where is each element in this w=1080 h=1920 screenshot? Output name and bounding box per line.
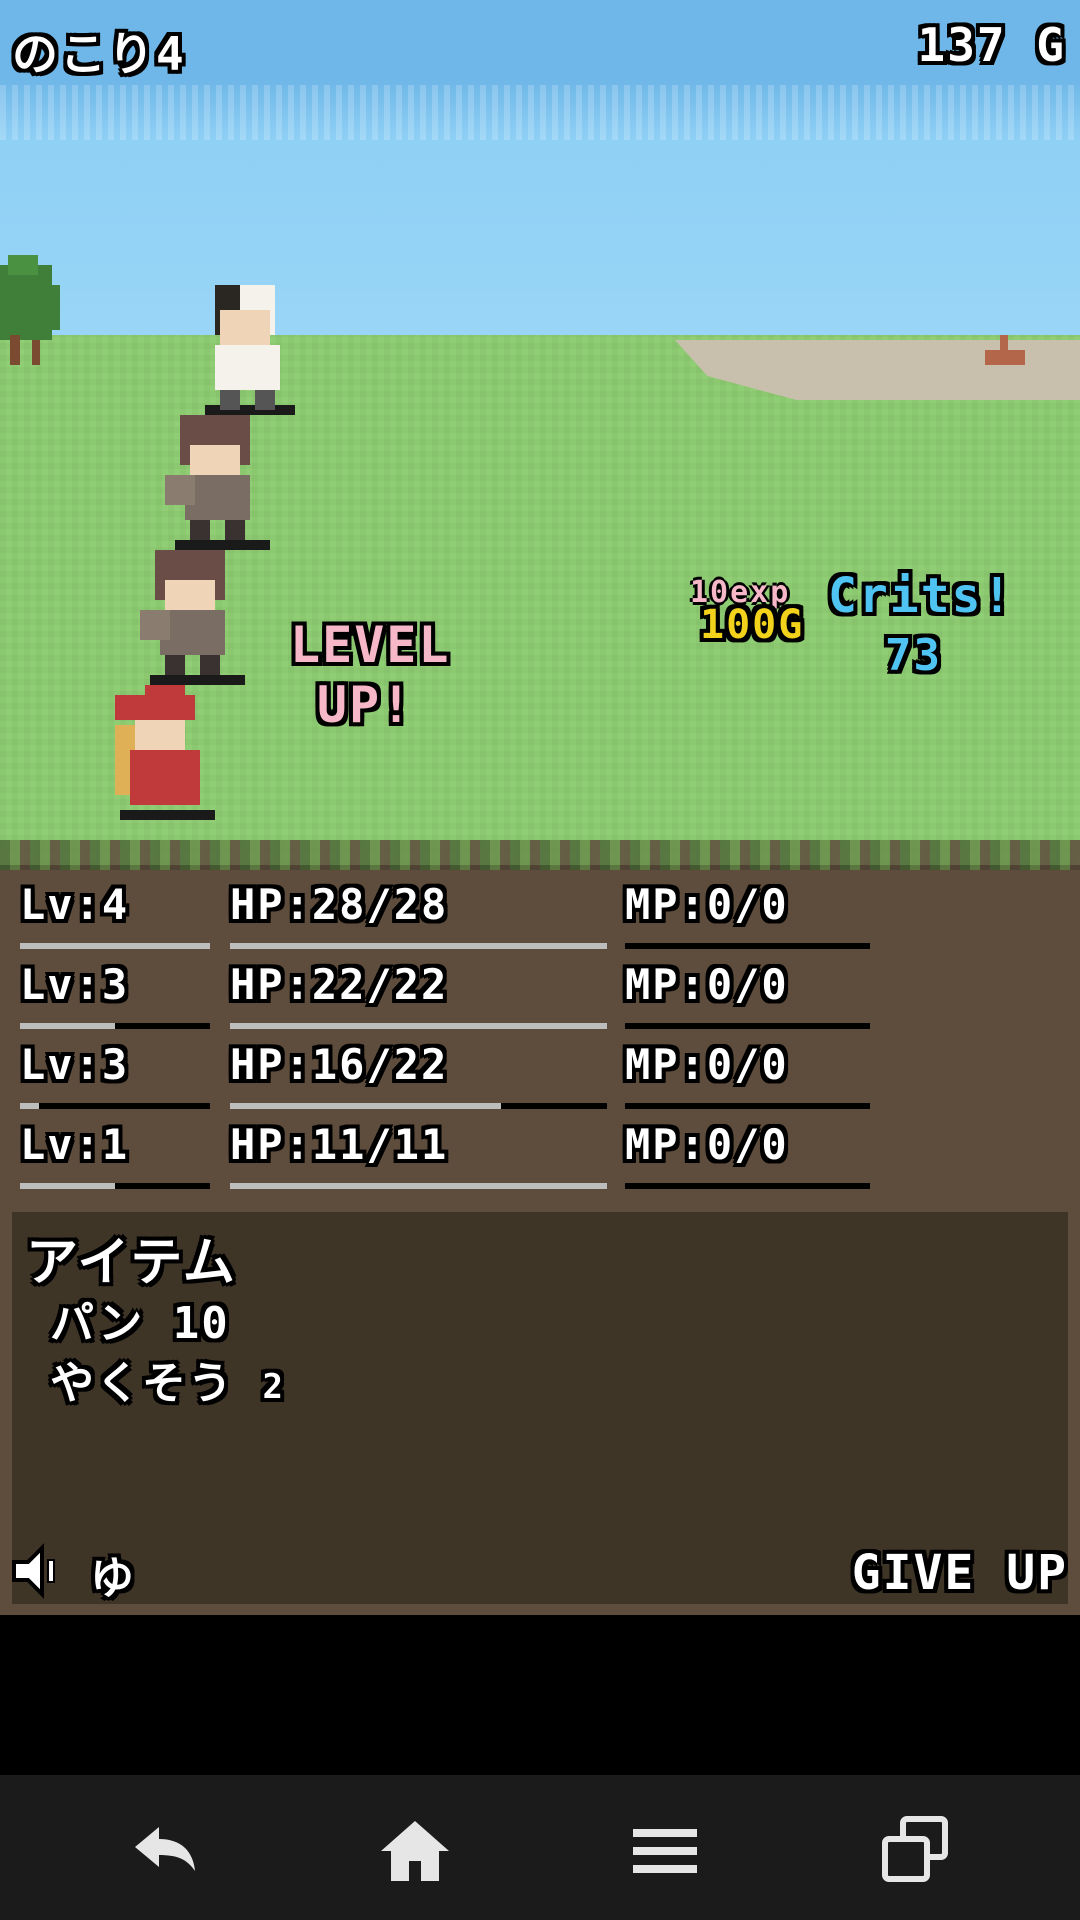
mp-bar [625, 1103, 870, 1109]
level-up-line2: UP! [316, 676, 414, 734]
level-label: Lv:4 [20, 880, 130, 929]
level-label: Lv:1 [20, 1120, 130, 1169]
hp-label: HP:16/22 [230, 1040, 449, 1089]
navigation-bar [0, 1775, 1080, 1920]
recent-apps-icon[interactable] [875, 1815, 955, 1885]
speed-toggle-button[interactable]: ゆ [90, 1542, 136, 1606]
soldier-sprite [140, 550, 245, 685]
mp-bar [625, 1023, 870, 1029]
hp-bar [230, 1103, 607, 1109]
gold-counter: 137 G [917, 18, 1066, 72]
item-bread[interactable]: パン 10 [50, 1287, 230, 1351]
hp-label: HP:11/11 [230, 1120, 449, 1169]
hp-bar [230, 1183, 607, 1189]
rock-icon [985, 335, 1025, 365]
item-count: 2 [262, 1367, 285, 1407]
item-panel-title: アイテム [26, 1233, 237, 1293]
remaining-counter: のこり4 [12, 27, 186, 81]
level-up-popup: LEVEL UP! [290, 615, 451, 735]
fighter-sprite [205, 285, 295, 415]
hp-label: HP:28/28 [230, 880, 449, 929]
exp-bar [20, 943, 210, 949]
mp-label: MP:0/0 [625, 880, 789, 929]
hp-label: HP:22/22 [230, 960, 449, 1009]
exp-bar [20, 1183, 210, 1189]
tree-icon [0, 255, 60, 365]
party-row: Lv:1 HP:11/11 MP:0/0 [0, 1120, 1080, 1200]
level-label: Lv:3 [20, 1040, 130, 1089]
mp-label: MP:0/0 [625, 960, 789, 1009]
party-row: Lv:3 HP:22/22 MP:0/0 [0, 960, 1080, 1040]
menu-icon[interactable] [625, 1815, 705, 1885]
give-up-button[interactable]: GIVE UP [852, 1545, 1068, 1601]
game-screen: のこり4 137 G LEVEL UP! 10exp 100G Crits! 7… [0, 0, 1080, 1615]
mp-bar [625, 1183, 870, 1189]
mp-bar [625, 943, 870, 949]
exp-bar [20, 1023, 210, 1029]
back-icon[interactable] [125, 1815, 205, 1885]
mp-label: MP:0/0 [625, 1040, 789, 1089]
speaker-icon[interactable] [8, 1540, 70, 1602]
gold-gain-popup: 100G [700, 602, 805, 648]
soldier-sprite [165, 415, 270, 550]
home-icon[interactable] [375, 1815, 455, 1885]
hp-bar [230, 943, 607, 949]
sky-dither [0, 85, 1080, 140]
item-herb[interactable]: やくそう 2 [50, 1347, 285, 1411]
party-row: Lv:3 HP:16/22 MP:0/0 [0, 1040, 1080, 1120]
mage-sprite [115, 685, 215, 820]
level-up-line1: LEVEL [290, 616, 451, 674]
exp-bar [20, 1103, 210, 1109]
item-name: パン [50, 1298, 145, 1349]
crit-damage-popup: 73 [885, 630, 942, 681]
level-label: Lv:3 [20, 960, 130, 1009]
item-name: やくそう [50, 1358, 234, 1409]
crits-popup: Crits! [828, 568, 1014, 624]
mp-label: MP:0/0 [625, 1120, 789, 1169]
item-count: 10 [172, 1298, 230, 1349]
hp-bar [230, 1023, 607, 1029]
party-row: Lv:4 HP:28/28 MP:0/0 [0, 880, 1080, 960]
